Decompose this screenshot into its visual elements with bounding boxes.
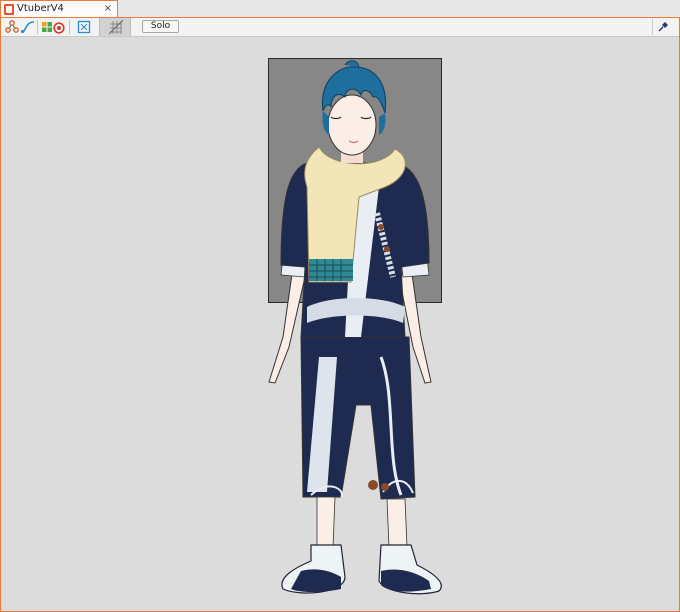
close-tab-icon[interactable]: ×: [104, 3, 112, 14]
grid-toggle-button[interactable]: [99, 18, 131, 36]
app-icon: [4, 4, 14, 15]
document-tab[interactable]: VtuberV4 ×: [0, 0, 118, 18]
solo-button[interactable]: Solo: [142, 20, 179, 33]
head: [327, 94, 377, 163]
shoes: [281, 544, 442, 595]
record-icon[interactable]: [51, 19, 67, 35]
pin-icon: [656, 20, 670, 37]
link-curve-icon[interactable]: [20, 19, 36, 35]
toolbar: Solo: [1, 18, 679, 37]
toolbar-separator: [37, 20, 38, 34]
model-viewport[interactable]: [1, 37, 679, 611]
pants: [300, 336, 416, 500]
toolbar-separator: [69, 20, 70, 34]
connect-nodes-icon[interactable]: [4, 19, 20, 35]
pin-button[interactable]: [652, 19, 671, 35]
tab-strip: VtuberV4 ×: [0, 0, 680, 18]
tab-title: VtuberV4: [17, 3, 64, 14]
character-model: [268, 60, 442, 595]
viewer-panel: Solo: [0, 17, 680, 612]
grid-toggle-icon: [108, 19, 124, 38]
frame-fit-icon[interactable]: [76, 19, 92, 35]
